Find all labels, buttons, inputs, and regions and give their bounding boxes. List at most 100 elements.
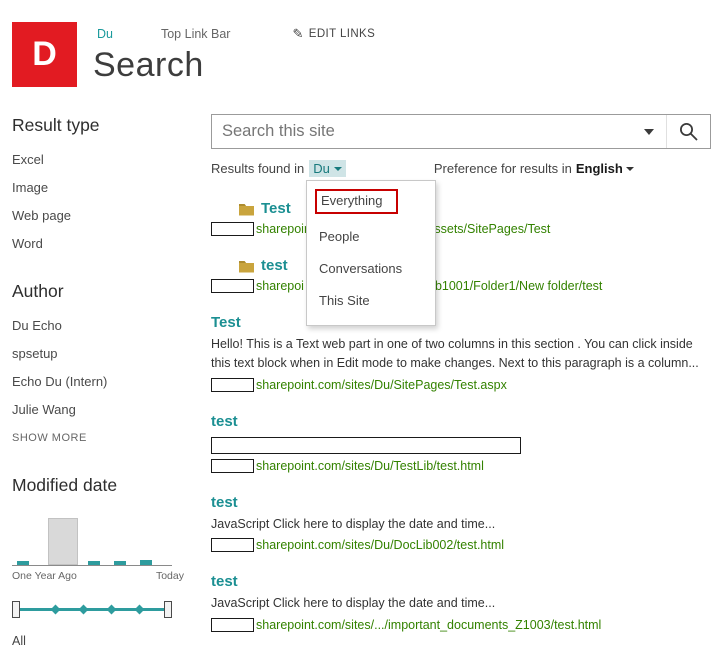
search-box — [211, 114, 711, 149]
chevron-down-icon — [625, 166, 634, 171]
result-url-text: sharepoi — [256, 279, 304, 293]
modified-date-histogram — [12, 514, 172, 566]
site-logo[interactable]: D — [12, 22, 77, 87]
filter-group-modified-date: Modified date One Year Ago Today All — [12, 475, 202, 648]
top-link-bar-label: Top Link Bar — [160, 27, 231, 41]
chevron-down-icon — [644, 128, 654, 135]
filter-item-web-page[interactable]: Web page — [12, 202, 202, 230]
histogram-bar — [17, 561, 29, 565]
search-result: test sharepoint.com/sites/Du/TestLib/tes… — [211, 413, 712, 473]
slider-range-label: All — [12, 634, 26, 648]
search-result: Test Hello! This is a Text web part in o… — [211, 314, 712, 392]
search-results-list: Test sharepoint ssets/SitePages/Test tes… — [211, 200, 712, 632]
search-result: test JavaScript Click here to display th… — [211, 573, 712, 632]
results-found-label: Results found in — [211, 161, 305, 176]
result-url: sharepoi b1001/Folder1/New folder/test — [211, 279, 712, 293]
filter-item-du-echo[interactable]: Du Echo — [12, 312, 202, 340]
result-url-text: sharepoint.com/sites/Du/SitePages/Test.a… — [256, 377, 507, 392]
filter-title-author: Author — [12, 281, 64, 301]
histogram-label-start: One Year Ago — [12, 570, 77, 582]
slider-dot — [78, 604, 89, 615]
language-selector[interactable]: English — [576, 161, 634, 176]
pencil-icon: ✎ — [292, 26, 304, 41]
result-title-link[interactable]: test — [261, 257, 288, 274]
search-input[interactable] — [212, 115, 632, 148]
result-url: sharepoint.com/sites/.../important_docum… — [211, 618, 712, 632]
redacted-box — [211, 377, 254, 392]
result-url-text: b1001/Folder1/New folder/test — [434, 279, 603, 293]
modified-date-slider — [12, 600, 172, 618]
redacted-box — [211, 618, 254, 632]
filter-item-spsetup[interactable]: spsetup — [12, 340, 202, 368]
scope-selector[interactable]: Du — [309, 160, 346, 177]
chevron-down-icon — [333, 166, 342, 171]
result-url: sharepoint.com/sites/Du/DocLib002/test.h… — [211, 538, 712, 553]
result-url: sharepoint.com/sites/Du/TestLib/test.htm… — [211, 458, 712, 473]
scope-menu-item-label: Everything — [321, 193, 383, 208]
result-title-link[interactable]: test — [211, 413, 238, 430]
result-title-link[interactable]: Test — [211, 314, 241, 331]
result-url: sharepoint ssets/SitePages/Test — [211, 222, 712, 236]
result-url-text: sharepoint.com/sites/Du/DocLib002/test.h… — [256, 538, 505, 553]
scope-bar: Results found in Du Preference for resul… — [211, 160, 712, 177]
histogram-axis-labels: One Year Ago Today — [12, 570, 184, 582]
highlight-annotation: Everything — [315, 189, 399, 214]
search-result: test sharepoi b1001/Folder1/New folder/t… — [211, 257, 712, 293]
result-url-text: sharepoint.com/sites/.../important_docum… — [256, 618, 602, 632]
edit-links-button[interactable]: ✎ EDIT LINKS — [292, 26, 375, 42]
search-icon — [680, 123, 698, 141]
filter-group-author: Author Du Echo spsetup Echo Du (Intern) … — [12, 281, 202, 444]
result-title-link[interactable]: test — [211, 573, 238, 590]
show-more-button[interactable]: SHOW MORE — [12, 432, 202, 444]
edit-links-label: EDIT LINKS — [308, 28, 376, 40]
slider-handle-right[interactable] — [164, 601, 172, 618]
results-area: Results found in Du Preference for resul… — [211, 114, 712, 653]
slider-track — [14, 608, 170, 611]
page-title: Search — [93, 46, 204, 84]
search-result: Test sharepoint ssets/SitePages/Test — [211, 200, 712, 236]
preference-block: Preference for results in English — [434, 161, 634, 176]
histogram-bar — [88, 561, 100, 565]
redacted-box — [211, 222, 254, 236]
top-navigation: Du Top Link Bar ✎ EDIT LINKS — [97, 26, 375, 42]
preference-label: Preference for results in — [433, 161, 572, 176]
histogram-label-end: Today — [155, 570, 184, 582]
redacted-box — [211, 538, 254, 553]
result-url-text: sharepoint.com/sites/Du/TestLib/test.htm… — [256, 458, 484, 473]
result-title-link[interactable]: test — [211, 494, 238, 511]
language-value: English — [575, 161, 623, 176]
histogram-bar-selected — [48, 518, 78, 565]
search-result: test JavaScript Click here to display th… — [211, 494, 712, 553]
scope-menu-item-conversations[interactable]: Conversations — [307, 253, 435, 285]
folder-icon — [239, 203, 254, 215]
redacted-box — [211, 458, 254, 473]
filter-title-result-type: Result type — [12, 115, 100, 135]
filter-item-word[interactable]: Word — [12, 230, 202, 258]
slider-dot — [134, 604, 145, 615]
slider-handle-left[interactable] — [12, 601, 20, 618]
filter-item-echo-du[interactable]: Echo Du (Intern) — [12, 368, 202, 396]
scope-menu-item-everything[interactable]: Everything — [307, 185, 435, 221]
filter-title-modified-date: Modified date — [12, 475, 118, 495]
slider-dot — [50, 604, 61, 615]
histogram-bar — [140, 560, 152, 565]
scope-value: Du — [313, 161, 330, 176]
result-url: sharepoint.com/sites/Du/SitePages/Test.a… — [211, 377, 712, 392]
filter-item-excel[interactable]: Excel — [12, 146, 202, 174]
redacted-box — [211, 279, 254, 293]
folder-icon — [239, 260, 254, 272]
nav-link-du[interactable]: Du — [97, 27, 113, 41]
search-button[interactable] — [666, 115, 710, 148]
slider-dot — [106, 604, 117, 615]
filter-group-result-type: Result type Excel Image Web page Word — [12, 115, 202, 258]
scope-menu-item-people[interactable]: People — [307, 221, 435, 253]
filter-item-image[interactable]: Image — [12, 174, 202, 202]
scope-dropdown-menu: Everything People Conversations This Sit… — [306, 180, 436, 326]
filter-item-julie-wang[interactable]: Julie Wang — [12, 396, 202, 424]
result-title-link[interactable]: Test — [261, 200, 291, 217]
histogram-bar — [114, 561, 126, 565]
result-snippet: JavaScript Click here to display the dat… — [211, 596, 496, 611]
search-scope-caret-button[interactable] — [632, 115, 666, 148]
scope-menu-item-this-site[interactable]: This Site — [307, 285, 435, 317]
result-snippet: JavaScript Click here to display the dat… — [211, 516, 496, 531]
